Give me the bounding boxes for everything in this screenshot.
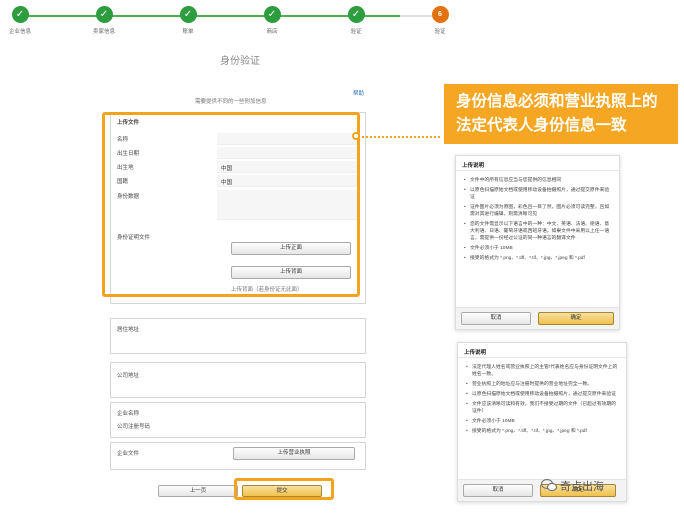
- step-label: 验证: [434, 29, 446, 35]
- callout-connector: [358, 136, 440, 138]
- list-item: 接受的格式为 *.png、*.tiff、*.tif、*.jpg、*.jpeg 和…: [464, 255, 611, 262]
- list-item: 以原色扫描原始文档或使用移动设备拍摄照片，通过提交原件来验证: [466, 391, 618, 398]
- step-5: ✓ 验证: [336, 6, 376, 35]
- step-4: ✓ 商店: [252, 6, 292, 35]
- upload-license-button[interactable]: 上传营业执照: [233, 447, 355, 460]
- panel-title: 上传说明: [458, 343, 626, 358]
- progress-steps: ✓ 企业信息 ✓ 卖家信息 ✓ 账单 ✓ 商店 ✓ 验证 6 验证: [0, 0, 684, 40]
- list-item: 证件图片必须为原图，彩色且一目了然，图片必须可读完整，且如需对其进行编辑，则需清…: [464, 204, 611, 218]
- cancel-button[interactable]: 取消: [463, 484, 533, 497]
- list-item: 文件必须小于 10MB: [466, 418, 618, 425]
- highlight-frame-upload: [102, 112, 360, 297]
- upload-instructions-panel-1: 上传说明 文件中的所有信息应当与您提供的信息相同 以原色扫描原始文档或使用移动设…: [455, 155, 620, 330]
- highlight-frame-submit: [234, 478, 334, 500]
- check-icon: ✓: [347, 6, 365, 23]
- progress-line: [20, 15, 440, 17]
- business-doc-section: 企业文件 上传营业执照: [110, 442, 366, 470]
- panel-list: 法定代理人姓名或营业执照上的主管/代表姓名应与身份证明文件上的姓名一致。 营业执…: [458, 358, 626, 435]
- step-label: 企业信息: [8, 29, 31, 35]
- business-doc-label: 企业文件: [117, 451, 140, 457]
- check-icon: ✓: [11, 6, 29, 23]
- confirm-button[interactable]: 确定: [538, 312, 614, 325]
- prev-page-button[interactable]: 上一页: [158, 485, 238, 497]
- list-item: 法定代理人姓名或营业执照上的主管/代表姓名应与身份证明文件上的姓名一致。: [466, 364, 618, 378]
- residence-section: 居住地址: [110, 318, 366, 354]
- residence-label: 居住地址: [117, 327, 140, 333]
- step-6-current: 6 验证: [420, 6, 460, 35]
- company-reg-label: 公司注册号码: [117, 424, 151, 430]
- watermark: 奇点出海: [560, 481, 604, 493]
- step-2: ✓ 卖家信息: [84, 6, 124, 35]
- list-item: 接受的格式为 *.png、*.tiff、*.tif、*.jpg、*.jpeg 和…: [466, 428, 618, 435]
- panel-title: 上传说明: [456, 156, 619, 171]
- step-label: 验证: [350, 29, 362, 35]
- step-label: 卖家信息: [92, 29, 115, 35]
- list-item: 文件中的所有信息应当与您提供的信息相同: [464, 177, 611, 184]
- list-item: 您的文件需显示以下语言中的一种：中文、英语、法语、德语、意大利语、日语、葡萄牙语…: [464, 221, 611, 242]
- callout-anchor: [352, 132, 360, 140]
- help-link[interactable]: 帮助: [353, 89, 364, 97]
- check-icon: ✓: [263, 6, 281, 23]
- check-icon: ✓: [95, 6, 113, 23]
- company-address-label: 公司地址: [117, 373, 140, 379]
- company-info-section: 企业名称 公司注册号码: [110, 402, 366, 438]
- company-address-section: 公司地址: [110, 362, 366, 398]
- panel-footer: 取消 确定: [456, 307, 619, 329]
- step-label: 账单: [182, 29, 194, 35]
- panel-list: 文件中的所有信息应当与您提供的信息相同 以原色扫描原始文档或使用移动设备拍摄照片…: [456, 171, 619, 262]
- subtitle: 需要提供不同的一些附加信息: [195, 99, 267, 105]
- list-item: 文件应该清晰可读和有效，我们不接受过期的文件（已超过有效期的证件）: [466, 401, 618, 415]
- page-title: 身份验证: [220, 56, 260, 67]
- list-item: 文件必须小于 10MB: [464, 245, 611, 252]
- step-label: 商店: [266, 29, 278, 35]
- company-name-label: 企业名称: [117, 411, 140, 417]
- list-item: 以原色扫描原始文档或使用移动设备拍摄照片，通过提交原件来验证: [464, 187, 611, 201]
- wechat-icon: [541, 478, 557, 492]
- list-item: 营业执照上的地址应与注册时提供的营业地址完全一致。: [466, 381, 618, 388]
- cancel-button[interactable]: 取消: [461, 312, 531, 325]
- callout-note: 身份信息必须和营业执照上的法定代表人身份信息一致: [444, 84, 678, 144]
- step-number: 6: [431, 6, 449, 23]
- step-3: ✓ 账单: [168, 6, 208, 35]
- check-icon: ✓: [179, 6, 197, 23]
- step-1: ✓ 企业信息: [0, 6, 40, 35]
